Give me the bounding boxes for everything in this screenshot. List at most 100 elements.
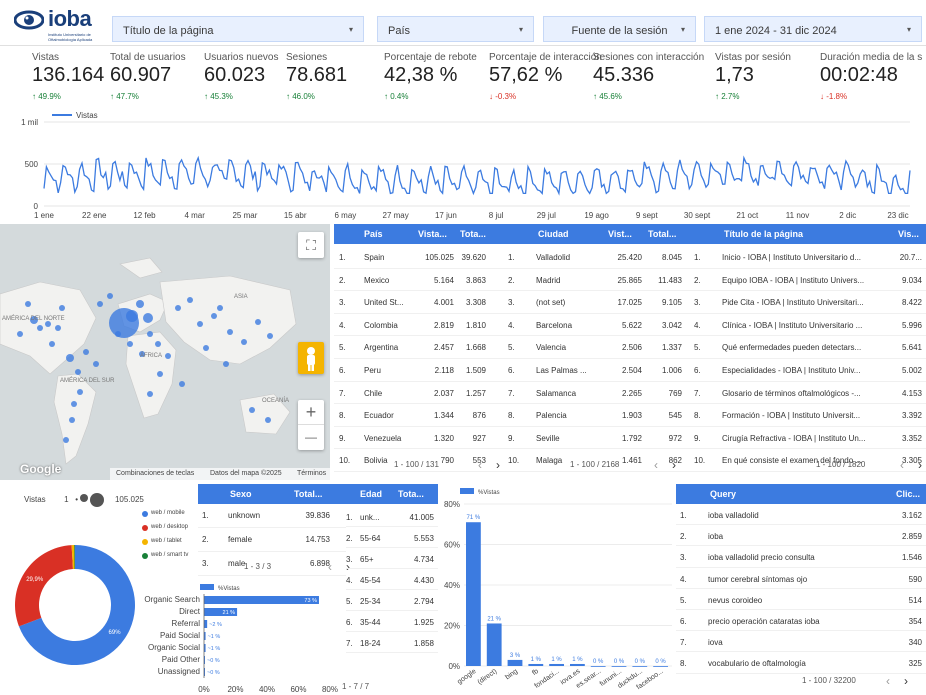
- map-bubble[interactable]: [267, 333, 273, 339]
- table-row[interactable]: 2. Equipo IOBA - IOBA | Instituto Univers…: [692, 269, 926, 292]
- table-row[interactable]: 1. ioba valladolid 3.162: [676, 504, 926, 526]
- column-header[interactable]: Total...: [648, 229, 676, 239]
- table-row[interactable]: 6. Las Palmas ... 2.504 1.006: [506, 359, 692, 382]
- prev-page-icon[interactable]: ‹: [886, 674, 890, 688]
- legend-item[interactable]: web / mobile: [142, 510, 198, 524]
- map-bubble[interactable]: [63, 437, 69, 443]
- map-bubble[interactable]: [107, 293, 113, 299]
- zoom-in-button[interactable]: +: [298, 400, 324, 425]
- bar[interactable]: [570, 663, 585, 666]
- map-bubble[interactable]: [126, 310, 138, 322]
- map-bubble[interactable]: [136, 300, 144, 308]
- table-row[interactable]: 1. Inicio - IOBA | Instituto Universitari…: [692, 246, 926, 269]
- table-row[interactable]: 4. Colombia 2.819 1.810: [334, 314, 506, 337]
- table-row[interactable]: 9. Seville 1.792 972: [506, 427, 692, 450]
- map-bubble[interactable]: [59, 305, 65, 311]
- column-header[interactable]: Tota...: [398, 489, 424, 499]
- map-bubble[interactable]: [147, 391, 153, 397]
- table-row[interactable]: 3. male 6.898: [198, 552, 346, 576]
- map-bubble[interactable]: [17, 331, 23, 337]
- bar[interactable]: [466, 522, 481, 666]
- table-row[interactable]: 6. Especialidades - IOBA | Instituto Univ…: [692, 359, 926, 382]
- bar[interactable]: [590, 666, 606, 667]
- table-row[interactable]: 2. ioba 2.859: [676, 525, 926, 547]
- table-row[interactable]: 1. unk... 41.005: [346, 506, 438, 527]
- table-row[interactable]: 1. Valladolid 25.420 8.045: [506, 246, 692, 269]
- table-row[interactable]: 6. 35-44 1.925: [346, 611, 438, 632]
- map-bubble[interactable]: [265, 417, 271, 423]
- bar[interactable]: [204, 620, 208, 628]
- map-bubble[interactable]: [37, 325, 43, 331]
- map-bubble[interactable]: [55, 325, 61, 331]
- table-row[interactable]: 4. tumor cerebral síntomas ojo 590: [676, 568, 926, 589]
- column-header[interactable]: Query: [710, 489, 736, 499]
- map-bubble[interactable]: [155, 341, 161, 347]
- bar[interactable]: [549, 663, 564, 666]
- map-bubble[interactable]: [211, 313, 217, 319]
- map-bubble[interactable]: [187, 297, 193, 303]
- map-bubble[interactable]: [127, 341, 133, 347]
- bar[interactable]: [528, 663, 544, 666]
- table-row[interactable]: 3. ioba valladolid precio consulta 1.546: [676, 546, 926, 568]
- table-row[interactable]: 9. Venezuela 1.320 927: [334, 427, 506, 450]
- map-bubble[interactable]: [69, 417, 75, 423]
- map-bubble[interactable]: [93, 361, 99, 367]
- table-row[interactable]: 8. Ecuador 1.344 876: [334, 404, 506, 427]
- filter-country[interactable]: País ▾: [377, 16, 534, 42]
- table-row[interactable]: 7. 18-24 1.858: [346, 632, 438, 653]
- fullscreen-icon[interactable]: ⛶: [298, 232, 324, 258]
- map-bubble[interactable]: [83, 349, 89, 355]
- bar[interactable]: [486, 623, 502, 666]
- column-header[interactable]: Tota...: [460, 229, 486, 239]
- table-row[interactable]: 3. Pide Cita - IOBA | Instituto Universit…: [692, 291, 926, 314]
- table-row[interactable]: 5. Valencia 2.506 1.337: [506, 336, 692, 359]
- column-header[interactable]: Sexo: [230, 489, 252, 499]
- table-row[interactable]: 9. Cirugía Refractiva - IOBA | Instituto …: [692, 427, 926, 450]
- donut-metric-control[interactable]: Vistas 1 • 105.025: [24, 489, 144, 507]
- map-bubble[interactable]: [227, 329, 233, 335]
- legend-item[interactable]: web / smart tv: [142, 552, 198, 566]
- map-bubble[interactable]: [115, 331, 121, 337]
- bar[interactable]: [653, 666, 668, 667]
- table-row[interactable]: 2. female 14.753: [198, 528, 346, 552]
- column-header[interactable]: Vista...: [418, 229, 447, 239]
- map-bubble[interactable]: [197, 321, 203, 327]
- table-row[interactable]: 4. 45-54 4.430: [346, 569, 438, 590]
- next-page-icon[interactable]: ›: [904, 674, 908, 688]
- table-row[interactable]: 5. nevus coroideo 514: [676, 589, 926, 610]
- map-bubble[interactable]: [75, 369, 81, 375]
- prev-page-icon[interactable]: ‹: [654, 458, 658, 472]
- table-row[interactable]: 8. Formación - IOBA | Instituto Universit…: [692, 404, 926, 427]
- table-row[interactable]: 5. Qué enfermedades pueden detectars... 5.…: [692, 336, 926, 359]
- map-bubble[interactable]: [49, 341, 55, 347]
- next-page-icon[interactable]: ›: [496, 458, 500, 472]
- bar[interactable]: [204, 596, 319, 604]
- column-header[interactable]: Vist...: [608, 229, 632, 239]
- table-row[interactable]: 3. United St... 4.001 3.308: [334, 291, 506, 314]
- prev-page-icon[interactable]: ‹: [900, 458, 904, 472]
- prev-page-icon[interactable]: ‹: [328, 560, 332, 574]
- world-map[interactable]: ASIA ÁFRICA AMÉRICA DEL NORTE AMÉRICA DEL S…: [0, 224, 330, 480]
- map-bubble[interactable]: [77, 389, 83, 395]
- map-bubble[interactable]: [66, 354, 74, 362]
- filter-session-source[interactable]: Fuente de la sesión ▾: [543, 16, 696, 42]
- map-bubble[interactable]: [217, 305, 223, 311]
- table-row[interactable]: 2. Mexico 5.164 3.863: [334, 269, 506, 292]
- table-row[interactable]: 7. Salamanca 2.265 769: [506, 382, 692, 405]
- column-header[interactable]: Total...: [294, 489, 322, 499]
- column-header[interactable]: Ciudad: [538, 229, 569, 239]
- keyboard-shortcuts-link[interactable]: Combinaciones de teclas: [116, 470, 194, 477]
- table-row[interactable]: 4. Barcelona 5.622 3.042: [506, 314, 692, 337]
- bar[interactable]: [611, 666, 627, 667]
- zoom-out-button[interactable]: —: [298, 425, 324, 449]
- map-bubble[interactable]: [147, 331, 153, 337]
- legend-item[interactable]: web / tablet: [142, 538, 198, 552]
- map-bubble[interactable]: [157, 371, 163, 377]
- column-header[interactable]: Edad: [360, 489, 382, 499]
- table-row[interactable]: 6. precio operación cataratas ioba 354: [676, 610, 926, 632]
- filter-date-range[interactable]: 1 ene 2024 - 31 dic 2024 ▾: [704, 16, 922, 42]
- table-row[interactable]: 3. (not set) 17.025 9.105: [506, 291, 692, 314]
- table-row[interactable]: 4. Clínica - IOBA | Instituto Universitar…: [692, 314, 926, 337]
- legend-item[interactable]: web / desktop: [142, 524, 198, 538]
- table-row[interactable]: 2. 55-64 5.553: [346, 527, 438, 548]
